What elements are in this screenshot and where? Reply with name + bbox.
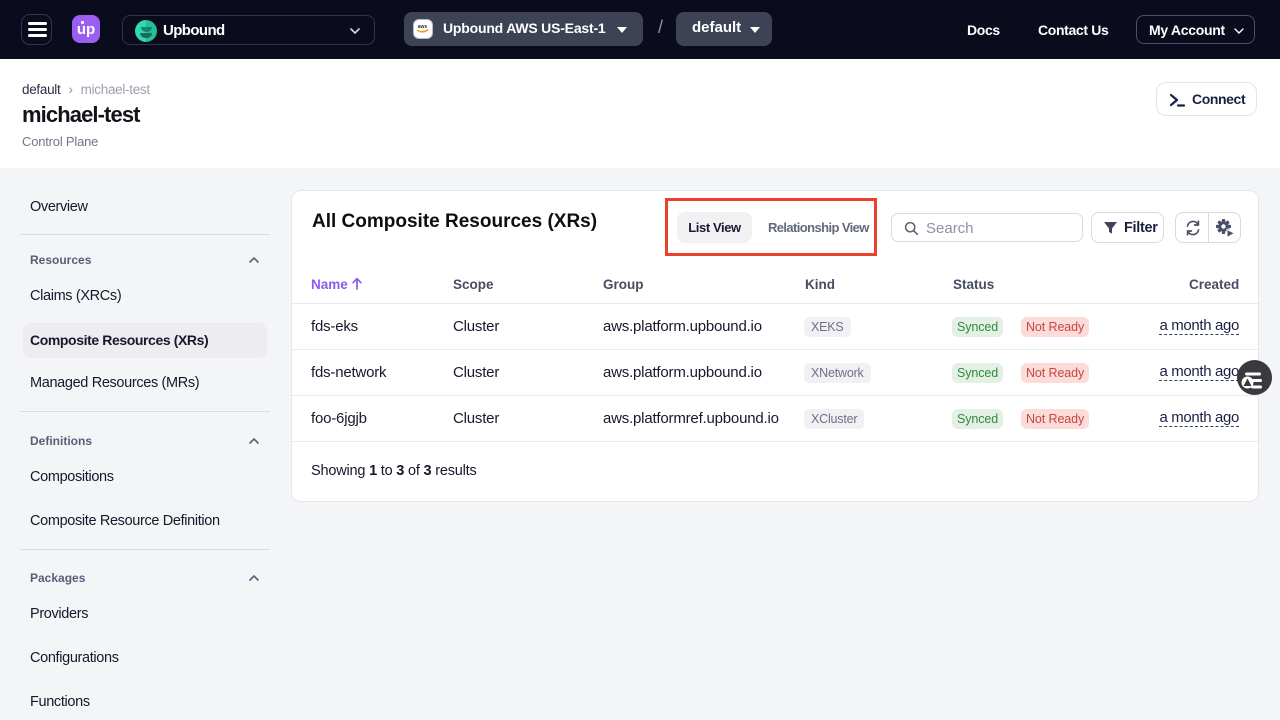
svg-text:aws: aws	[418, 24, 428, 30]
